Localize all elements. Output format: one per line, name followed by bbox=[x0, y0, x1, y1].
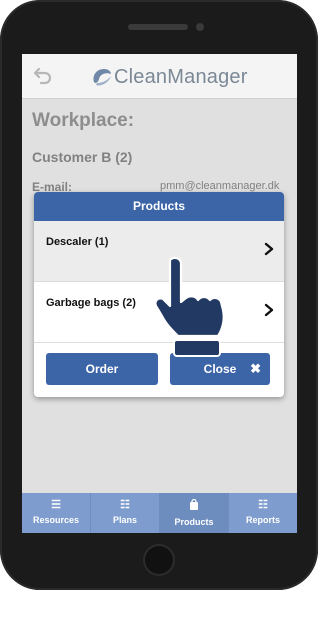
tap-gesture-hand-icon bbox=[154, 256, 225, 357]
logo-mark-icon bbox=[93, 69, 111, 86]
dialog-title: Products bbox=[34, 192, 284, 221]
close-icon: ✖ bbox=[250, 361, 261, 376]
list-icon: ☰ bbox=[51, 499, 61, 511]
tab-reports[interactable]: ☷ Reports bbox=[229, 493, 297, 533]
tab-label: Resources bbox=[32, 515, 80, 525]
chevron-right-icon bbox=[264, 302, 274, 320]
home-button[interactable] bbox=[145, 546, 173, 574]
app-header: CleanManager bbox=[22, 54, 297, 99]
logo-text: CleanManager bbox=[114, 65, 248, 88]
bag-icon bbox=[160, 498, 228, 513]
tab-label: Reports bbox=[245, 515, 280, 525]
tab-label: Products bbox=[174, 517, 214, 527]
tab-plans[interactable]: ☷ Plans bbox=[91, 493, 160, 533]
front-camera bbox=[196, 23, 204, 31]
phone-frame: CleanManager Workplace: Customer B (2) E… bbox=[0, 0, 318, 590]
order-button[interactable]: Order bbox=[46, 353, 158, 385]
tab-resources[interactable]: ☰ Resources bbox=[22, 493, 91, 533]
product-item-label: Descaler (1) bbox=[46, 236, 109, 248]
checklist-icon: ☷ bbox=[258, 499, 268, 511]
tab-label: Plans bbox=[112, 515, 137, 525]
chevron-right-icon bbox=[264, 241, 274, 259]
speaker-grille bbox=[128, 24, 188, 30]
order-button-label: Order bbox=[85, 362, 119, 376]
tab-bar: ☰ Resources ☷ Plans Products ☷ Reports bbox=[22, 493, 297, 533]
cleanmanager-logo: CleanManager bbox=[90, 63, 248, 91]
product-item-label: Garbage bags (2) bbox=[46, 297, 136, 309]
close-button-label: Close bbox=[203, 362, 237, 376]
app-screen: CleanManager Workplace: Customer B (2) E… bbox=[22, 54, 297, 533]
tab-products[interactable]: Products bbox=[160, 493, 229, 533]
checklist-icon: ☷ bbox=[120, 499, 130, 511]
back-arrow-icon[interactable] bbox=[32, 64, 54, 86]
